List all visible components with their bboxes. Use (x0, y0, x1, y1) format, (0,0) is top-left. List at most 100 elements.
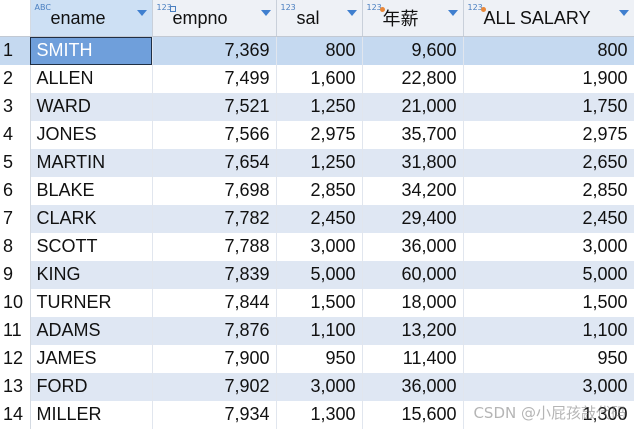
table-row[interactable]: 11 ADAMS 7,876 1,100 13,200 1,100 (0, 316, 634, 345)
cell-empno[interactable]: 7,876 (152, 316, 277, 345)
table-row[interactable]: 10 TURNER 7,844 1,500 18,000 1,500 (0, 288, 634, 317)
table-row[interactable]: 8 SCOTT 7,788 3,000 36,000 3,000 (0, 232, 634, 261)
cell-sal[interactable]: 2,975 (276, 120, 363, 149)
row-number[interactable]: 13 (0, 372, 31, 401)
table-row[interactable]: 9 KING 7,839 5,000 60,000 5,000 (0, 260, 634, 289)
cell-sal[interactable]: 1,600 (276, 64, 363, 93)
row-number[interactable]: 9 (0, 260, 31, 289)
cell-all-salary[interactable]: 2,450 (463, 204, 634, 233)
cell-empno[interactable]: 7,844 (152, 288, 277, 317)
row-number[interactable]: 6 (0, 176, 31, 205)
cell-sal[interactable]: 800 (276, 36, 363, 65)
column-menu-arrow-icon[interactable] (618, 10, 629, 16)
table-row[interactable]: 2 ALLEN 7,499 1,600 22,800 1,900 (0, 64, 634, 93)
row-number[interactable]: 10 (0, 288, 31, 317)
column-menu-arrow-icon[interactable] (260, 10, 271, 16)
cell-nianxin[interactable]: 13,200 (362, 316, 464, 345)
cell-all-salary[interactable]: 3,000 (463, 372, 634, 401)
cell-all-salary[interactable]: 5,000 (463, 260, 634, 289)
cell-ename[interactable]: TURNER (30, 288, 153, 317)
cell-sal[interactable]: 950 (276, 344, 363, 373)
cell-ename[interactable]: FORD (30, 372, 153, 401)
table-row[interactable]: 6 BLAKE 7,698 2,850 34,200 2,850 (0, 176, 634, 205)
cell-sal[interactable]: 3,000 (276, 372, 363, 401)
cell-empno[interactable]: 7,654 (152, 148, 277, 177)
column-menu-arrow-icon[interactable] (346, 10, 357, 16)
cell-empno[interactable]: 7,698 (152, 176, 277, 205)
cell-empno[interactable]: 7,499 (152, 64, 277, 93)
cell-nianxin[interactable]: 29,400 (362, 204, 464, 233)
row-number[interactable]: 11 (0, 316, 31, 345)
cell-sal[interactable]: 3,000 (276, 232, 363, 261)
row-number[interactable]: 4 (0, 120, 31, 149)
cell-sal[interactable]: 1,100 (276, 316, 363, 345)
cell-empno[interactable]: 7,788 (152, 232, 277, 261)
column-header-nianxin[interactable]: 123 年薪 (362, 0, 464, 37)
cell-all-salary[interactable]: 950 (463, 344, 634, 373)
row-number[interactable]: 7 (0, 204, 31, 233)
cell-all-salary[interactable]: 1,750 (463, 92, 634, 121)
cell-ename[interactable]: SMITH (30, 36, 153, 65)
row-number[interactable]: 2 (0, 64, 31, 93)
cell-nianxin[interactable]: 34,200 (362, 176, 464, 205)
column-header-empno[interactable]: 123 empno (152, 0, 277, 37)
cell-empno[interactable]: 7,934 (152, 400, 277, 429)
table-row[interactable]: 12 JAMES 7,900 950 11,400 950 (0, 344, 634, 373)
cell-all-salary[interactable]: 2,850 (463, 176, 634, 205)
column-menu-arrow-icon[interactable] (447, 10, 458, 16)
column-header-all-salary[interactable]: 123 ALL SALARY (463, 0, 634, 37)
cell-ename[interactable]: JONES (30, 120, 153, 149)
cell-nianxin[interactable]: 31,800 (362, 148, 464, 177)
column-header-ename[interactable]: ABC ename (30, 0, 153, 37)
cell-ename[interactable]: MARTIN (30, 148, 153, 177)
cell-nianxin[interactable]: 18,000 (362, 288, 464, 317)
cell-empno[interactable]: 7,839 (152, 260, 277, 289)
cell-nianxin[interactable]: 11,400 (362, 344, 464, 373)
cell-sal[interactable]: 2,450 (276, 204, 363, 233)
cell-nianxin[interactable]: 9,600 (362, 36, 464, 65)
row-number[interactable]: 14 (0, 400, 31, 429)
cell-ename[interactable]: ADAMS (30, 316, 153, 345)
cell-nianxin[interactable]: 35,700 (362, 120, 464, 149)
cell-empno[interactable]: 7,902 (152, 372, 277, 401)
cell-ename[interactable]: WARD (30, 92, 153, 121)
cell-empno[interactable]: 7,782 (152, 204, 277, 233)
cell-nianxin[interactable]: 21,000 (362, 92, 464, 121)
cell-nianxin[interactable]: 36,000 (362, 232, 464, 261)
cell-nianxin[interactable]: 60,000 (362, 260, 464, 289)
row-number-header[interactable] (0, 0, 31, 37)
cell-ename[interactable]: MILLER (30, 400, 153, 429)
cell-all-salary[interactable]: 1,900 (463, 64, 634, 93)
row-number[interactable]: 3 (0, 92, 31, 121)
cell-ename[interactable]: BLAKE (30, 176, 153, 205)
cell-ename[interactable]: KING (30, 260, 153, 289)
table-row[interactable]: 7 CLARK 7,782 2,450 29,400 2,450 (0, 204, 634, 233)
cell-empno[interactable]: 7,566 (152, 120, 277, 149)
table-row[interactable]: 4 JONES 7,566 2,975 35,700 2,975 (0, 120, 634, 149)
cell-empno[interactable]: 7,521 (152, 92, 277, 121)
cell-ename[interactable]: CLARK (30, 204, 153, 233)
cell-sal[interactable]: 2,850 (276, 176, 363, 205)
cell-empno[interactable]: 7,900 (152, 344, 277, 373)
cell-all-salary[interactable]: 1,100 (463, 316, 634, 345)
cell-sal[interactable]: 1,500 (276, 288, 363, 317)
table-row[interactable]: 13 FORD 7,902 3,000 36,000 3,000 (0, 372, 634, 401)
cell-nianxin[interactable]: 36,000 (362, 372, 464, 401)
cell-all-salary[interactable]: 2,650 (463, 148, 634, 177)
cell-sal[interactable]: 1,250 (276, 92, 363, 121)
table-row[interactable]: 3 WARD 7,521 1,250 21,000 1,750 (0, 92, 634, 121)
cell-all-salary[interactable]: 3,000 (463, 232, 634, 261)
column-menu-arrow-icon[interactable] (136, 10, 147, 16)
cell-empno[interactable]: 7,369 (152, 36, 277, 65)
cell-sal[interactable]: 1,300 (276, 400, 363, 429)
row-number[interactable]: 5 (0, 148, 31, 177)
table-row[interactable]: 5 MARTIN 7,654 1,250 31,800 2,650 (0, 148, 634, 177)
cell-all-salary[interactable]: 2,975 (463, 120, 634, 149)
cell-nianxin[interactable]: 15,600 (362, 400, 464, 429)
column-header-sal[interactable]: 123 sal (276, 0, 363, 37)
cell-all-salary[interactable]: 1,500 (463, 288, 634, 317)
table-row[interactable]: 1 SMITH 7,369 800 9,600 800 (0, 36, 634, 65)
row-number[interactable]: 12 (0, 344, 31, 373)
cell-all-salary[interactable]: 800 (463, 36, 634, 65)
cell-ename[interactable]: ALLEN (30, 64, 153, 93)
